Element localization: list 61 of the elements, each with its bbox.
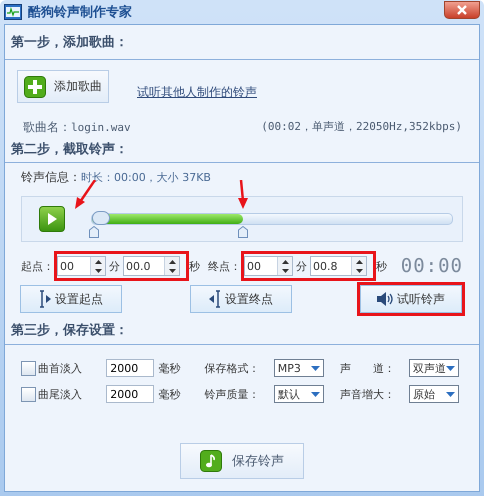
setting-label: 保存格式：	[204, 360, 260, 376]
dropdown-arrow-icon	[446, 366, 455, 370]
setting-label: 声 道：	[340, 360, 396, 376]
step-heading: 第三步，保存设置：	[5, 316, 479, 345]
minutes-unit: 分	[296, 258, 307, 274]
time-display: 00:00	[400, 255, 463, 277]
step-heading: 第一步，添加歌曲：	[5, 25, 479, 60]
start-marker-icon	[39, 290, 51, 308]
app-icon	[4, 4, 22, 20]
song-info: (00:02，单声道，22050Hz,352kbps)	[261, 119, 462, 135]
start-marker[interactable]	[89, 226, 99, 238]
info-label: 铃声信息：	[21, 169, 81, 186]
seconds-unit: 秒	[376, 258, 387, 274]
fade-label: 曲首淡入	[38, 360, 82, 376]
seconds-unit: 秒	[189, 258, 200, 274]
add-song-button[interactable]: 添加歌曲	[17, 70, 109, 103]
duration-field[interactable]: 2000	[106, 385, 154, 403]
window-title: 酷狗铃声制作专家	[28, 4, 132, 21]
minutes-spinner[interactable]: 00	[57, 256, 106, 276]
end-marker[interactable]	[238, 226, 248, 238]
point-label: 起点：	[21, 258, 54, 274]
step-heading: 第二步，截取铃声：	[10, 141, 129, 159]
spin-buttons[interactable]	[164, 257, 179, 275]
plus-icon	[24, 76, 46, 98]
unit-label: 毫秒	[158, 360, 182, 376]
seconds-spinner[interactable]: 00.8	[310, 256, 367, 276]
minutes-spinner[interactable]: 00	[244, 256, 293, 276]
set-start-button[interactable]: 设置起点	[20, 285, 122, 313]
play-button[interactable]	[39, 206, 65, 232]
setting-label: 铃声质量：	[204, 386, 260, 402]
checkbox[interactable]	[21, 360, 36, 376]
preview-button[interactable]: 试听铃声	[360, 285, 462, 313]
minutes-unit: 分	[109, 258, 120, 274]
set-end-button[interactable]: 设置终点	[190, 285, 292, 313]
seconds-spinner[interactable]: 00.0	[123, 256, 180, 276]
end-marker-icon	[209, 290, 221, 308]
unit-label: 毫秒	[158, 386, 182, 402]
spin-buttons[interactable]	[351, 257, 366, 275]
dropdown[interactable]: 双声道	[409, 359, 459, 377]
listen-others-link[interactable]: 试听其他人制作的铃声	[137, 84, 257, 103]
dropdown-arrow-icon	[310, 366, 320, 370]
speaker-icon	[377, 292, 393, 306]
dropdown[interactable]: 默认	[274, 385, 324, 403]
setting-label: 声音增大：	[340, 386, 396, 402]
dropdown[interactable]: MP3	[274, 359, 324, 377]
dropdown-arrow-icon	[310, 392, 320, 396]
dropdown-arrow-icon	[446, 392, 455, 396]
close-icon	[457, 4, 467, 14]
dropdown[interactable]: 原始	[409, 385, 459, 403]
music-note-icon	[200, 450, 222, 472]
spin-buttons[interactable]	[277, 257, 292, 275]
song-name: 歌曲名：login.wav	[23, 119, 131, 136]
point-label: 终点：	[208, 258, 241, 274]
fade-label: 曲尾淡入	[38, 386, 82, 402]
spin-buttons[interactable]	[90, 257, 105, 275]
duration-field[interactable]: 2000	[106, 359, 154, 377]
save-ringtone-button[interactable]: 保存铃声	[180, 443, 304, 479]
close-button[interactable]	[444, 0, 480, 18]
start-thumb[interactable]	[92, 211, 110, 225]
checkbox[interactable]	[21, 386, 36, 402]
play-icon	[47, 213, 57, 225]
